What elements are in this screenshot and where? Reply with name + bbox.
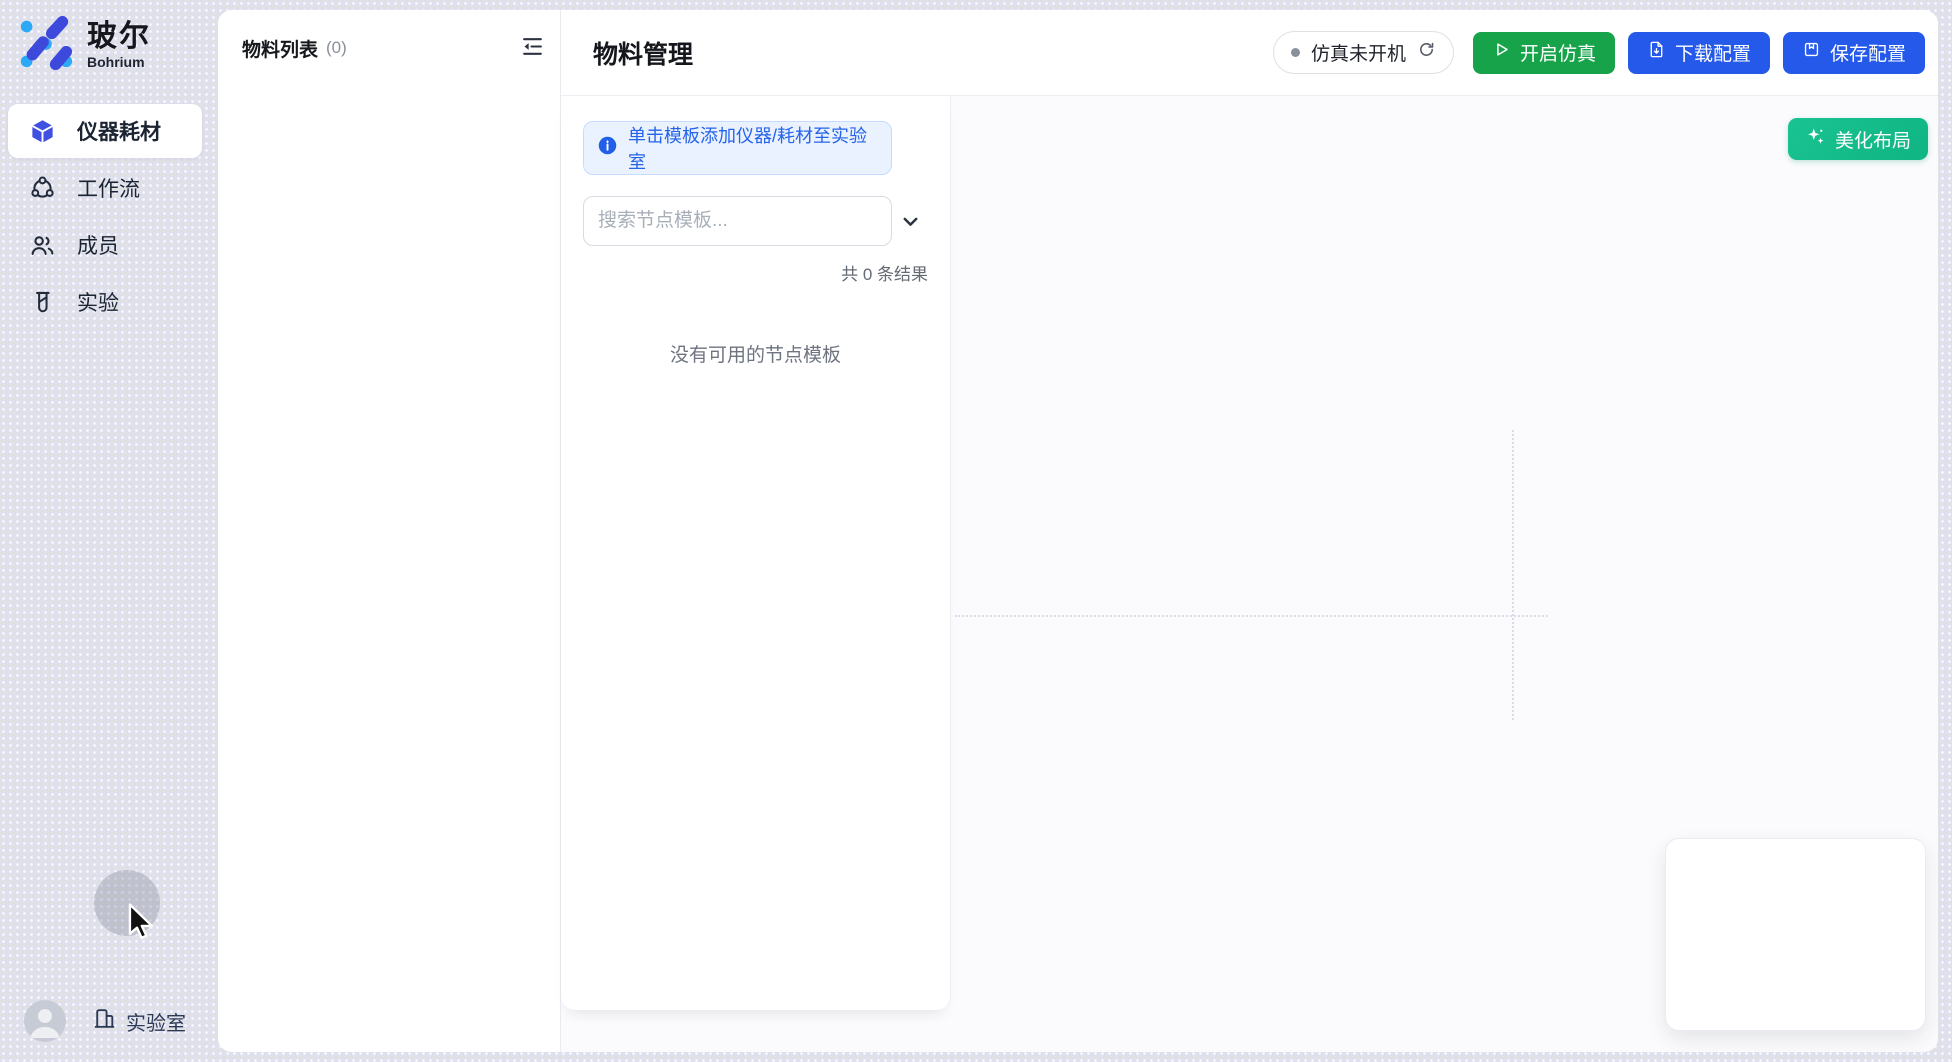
sidebar-item-label: 工作流	[77, 173, 140, 203]
main-column: 物料管理 仿真未开机	[561, 10, 1938, 1052]
sidebar-item-label: 成员	[77, 230, 119, 260]
cube-icon	[28, 117, 56, 145]
sidebar-item-experiment[interactable]: 实验	[8, 275, 202, 329]
collapse-panel-button[interactable]	[518, 34, 546, 62]
refresh-icon[interactable]	[1417, 40, 1436, 65]
node-template-panel: 单击模板添加仪器/耗材至实验室 共 0 条结果 没有可用的节点模板	[561, 96, 951, 1010]
workspace-label: 实验室	[126, 1007, 186, 1036]
topbar-actions: 仿真未开机	[1273, 31, 1925, 74]
experiment-icon	[28, 288, 56, 316]
material-list-header: 物料列表 (0)	[218, 10, 560, 80]
hint-banner: 单击模板添加仪器/耗材至实验室	[583, 121, 892, 175]
simulation-status-pill[interactable]: 仿真未开机	[1273, 31, 1454, 74]
beautify-layout-button[interactable]: 美化布局	[1788, 118, 1928, 160]
workflow-icon	[28, 174, 56, 202]
play-icon	[1492, 40, 1511, 65]
search-input[interactable]	[583, 196, 892, 246]
status-label: 仿真未开机	[1311, 39, 1406, 66]
canvas-guide-vertical	[1512, 430, 1514, 720]
minimap[interactable]	[1665, 838, 1926, 1031]
canvas-guide-horizontal	[955, 615, 1548, 617]
save-config-button[interactable]: 保存配置	[1783, 32, 1925, 74]
search-row	[583, 196, 928, 246]
start-simulation-button[interactable]: 开启仿真	[1473, 32, 1615, 74]
brand[interactable]: 玻尔 Bohrium	[16, 14, 151, 77]
page-title: 物料管理	[593, 35, 693, 71]
sidebar-footer: 实验室	[24, 1000, 186, 1042]
workspace-switcher[interactable]: 实验室	[92, 1006, 186, 1037]
sidebar-item-workflow[interactable]: 工作流	[8, 161, 202, 215]
download-config-button[interactable]: 下载配置	[1628, 32, 1770, 74]
brand-subtitle: Bohrium	[87, 54, 151, 70]
members-icon	[28, 231, 56, 259]
app-root: 玻尔 Bohrium 仪器耗材	[0, 0, 1952, 1062]
material-list-count: (0)	[326, 38, 347, 58]
flow-canvas[interactable]: 单击模板添加仪器/耗材至实验室 共 0 条结果 没有可用的节点模板	[561, 96, 1938, 1052]
sidebar-item-members[interactable]: 成员	[8, 218, 202, 272]
hint-banner-text: 单击模板添加仪器/耗材至实验室	[628, 122, 878, 174]
avatar[interactable]	[24, 1000, 66, 1042]
content-area: 物料列表 (0) 物料管理	[218, 10, 1938, 1052]
material-list-panel: 物料列表 (0)	[218, 10, 561, 1052]
bohrium-logo-icon	[16, 14, 74, 77]
sidebar-item-label: 实验	[77, 287, 119, 317]
empty-state-text: 没有可用的节点模板	[583, 340, 928, 367]
chevron-down-icon[interactable]	[892, 203, 928, 239]
info-icon	[597, 135, 618, 161]
topbar: 物料管理 仿真未开机	[561, 10, 1938, 96]
sparkles-icon	[1805, 126, 1826, 153]
sidebar-item-label: 仪器耗材	[77, 116, 161, 146]
status-dot	[1291, 48, 1300, 57]
sidebar-item-instruments[interactable]: 仪器耗材	[8, 104, 202, 158]
material-list-title: 物料列表	[242, 35, 318, 62]
download-icon	[1647, 40, 1666, 65]
result-count: 共 0 条结果	[583, 260, 928, 285]
menu-fold-icon	[520, 34, 545, 62]
save-icon	[1802, 40, 1821, 65]
brand-name: 玻尔	[87, 21, 151, 53]
sidebar-nav: 仪器耗材 工作流	[8, 104, 202, 332]
sidebar: 玻尔 Bohrium 仪器耗材	[0, 0, 218, 1062]
building-icon	[92, 1006, 117, 1037]
